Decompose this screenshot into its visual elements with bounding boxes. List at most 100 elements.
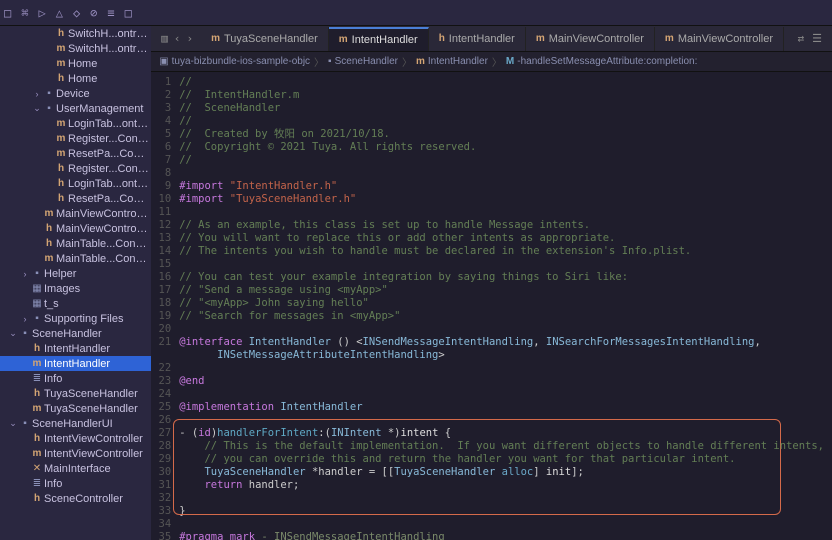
code-text[interactable] xyxy=(179,518,832,531)
code-text[interactable]: // "<myApp> John saying hello" xyxy=(179,297,832,310)
editor-tab[interactable]: mMainViewController xyxy=(655,27,784,51)
code-line[interactable]: 17// "Send a message using <myApp>" xyxy=(151,284,832,297)
project-navigator[interactable]: hSwitchH...ontrollermSwitchH...ontroller… xyxy=(0,26,151,540)
code-line[interactable]: 29 // you can override this and return t… xyxy=(151,453,832,466)
code-text[interactable]: #import "IntentHandler.h" xyxy=(179,180,832,193)
code-editor[interactable]: 1//2// IntentHandler.m3// SceneHandler4/… xyxy=(151,72,832,540)
nav-back-icon[interactable]: ‹ xyxy=(174,32,181,45)
code-line[interactable]: 16// You can test your example integrati… xyxy=(151,271,832,284)
code-text[interactable]: // As an example, this class is set up t… xyxy=(179,219,832,232)
code-line[interactable]: 35#pragma mark - INSendMessageIntentHand… xyxy=(151,531,832,540)
code-text[interactable]: @interface IntentHandler () <INSendMessa… xyxy=(179,336,832,349)
tree-item[interactable]: hSceneController xyxy=(0,491,151,506)
code-text[interactable] xyxy=(179,492,832,505)
code-line[interactable]: 15 xyxy=(151,258,832,271)
editor-tab[interactable]: mTuyaSceneHandler xyxy=(201,27,329,51)
code-text[interactable]: // SceneHandler xyxy=(179,102,832,115)
code-line[interactable]: 23@end xyxy=(151,375,832,388)
tree-item[interactable]: hSwitchH...ontroller xyxy=(0,26,151,41)
disclosure-arrow-icon[interactable]: › xyxy=(20,314,30,324)
code-text[interactable]: // The intents you wish to handle must b… xyxy=(179,245,832,258)
code-text[interactable] xyxy=(179,388,832,401)
tree-item[interactable]: mMainViewController xyxy=(0,206,151,221)
toolbar-icon[interactable]: □ xyxy=(125,6,132,20)
code-text[interactable]: // You will want to replace this or add … xyxy=(179,232,832,245)
breadcrumb-item[interactable]: mIntentHandler xyxy=(416,56,488,67)
code-line[interactable]: 31 return handler; xyxy=(151,479,832,492)
code-text[interactable]: TuyaSceneHandler *handler = [[TuyaSceneH… xyxy=(179,466,832,479)
code-line[interactable]: 1// xyxy=(151,76,832,89)
editor-tab[interactable]: hIntentHandler xyxy=(429,27,526,51)
disclosure-arrow-icon[interactable]: › xyxy=(20,269,30,279)
code-text[interactable]: // This is the default implementation. I… xyxy=(179,440,832,453)
code-line[interactable]: 30 TuyaSceneHandler *handler = [[TuyaSce… xyxy=(151,466,832,479)
tree-item[interactable]: mTuyaSceneHandler xyxy=(0,401,151,416)
code-line[interactable]: 27- (id)handlerForIntent:(INIntent *)int… xyxy=(151,427,832,440)
code-text[interactable] xyxy=(179,362,832,375)
tree-item[interactable]: ⌄▪SceneHandlerUI xyxy=(0,416,151,431)
disclosure-arrow-icon[interactable]: › xyxy=(32,89,42,99)
tree-item[interactable]: ›▪Supporting Files xyxy=(0,311,151,326)
code-text[interactable] xyxy=(179,167,832,180)
code-line[interactable]: 4// xyxy=(151,115,832,128)
code-text[interactable]: // "Search for messages in <myApp>" xyxy=(179,310,832,323)
code-line[interactable]: 24 xyxy=(151,388,832,401)
tree-item[interactable]: mMainTable...Controller xyxy=(0,251,151,266)
code-text[interactable]: INSetMessageAttributeIntentHandling> xyxy=(179,349,832,362)
code-line[interactable]: 25@implementation IntentHandler xyxy=(151,401,832,414)
tree-item[interactable]: ›▪Device xyxy=(0,86,151,101)
code-line[interactable]: 10#import "TuyaSceneHandler.h" xyxy=(151,193,832,206)
code-line[interactable]: 28 // This is the default implementation… xyxy=(151,440,832,453)
disclosure-arrow-icon[interactable]: ⌄ xyxy=(32,103,42,114)
nav-forward-icon[interactable]: › xyxy=(186,32,193,45)
breadcrumb-item[interactable]: ▪SceneHandler xyxy=(328,56,398,67)
tree-item[interactable]: hRegister...Controller xyxy=(0,161,151,176)
code-line[interactable]: 9#import "IntentHandler.h" xyxy=(151,180,832,193)
code-text[interactable] xyxy=(179,414,832,427)
tree-item[interactable]: ⌄▪SceneHandler xyxy=(0,326,151,341)
toolbar-icon[interactable]: ▷ xyxy=(38,6,45,20)
code-text[interactable]: // xyxy=(179,76,832,89)
toolbar-icon[interactable]: ≡ xyxy=(107,6,114,20)
code-line[interactable]: 14// The intents you wish to handle must… xyxy=(151,245,832,258)
tree-item[interactable]: hLoginTab...ontroller xyxy=(0,176,151,191)
code-text[interactable]: - (id)handlerForIntent:(INIntent *)inten… xyxy=(179,427,832,440)
tree-item[interactable]: ▦Images xyxy=(0,281,151,296)
code-text[interactable]: @end xyxy=(179,375,832,388)
tree-item[interactable]: mHome xyxy=(0,56,151,71)
toolbar-icon[interactable]: ⊘ xyxy=(90,6,97,20)
code-text[interactable]: // You can test your example integration… xyxy=(179,271,832,284)
tree-item[interactable]: mIntentHandler xyxy=(0,356,151,371)
code-text[interactable]: // Copyright © 2021 Tuya. All rights res… xyxy=(179,141,832,154)
tree-item[interactable]: hTuyaSceneHandler xyxy=(0,386,151,401)
code-line[interactable]: 3// SceneHandler xyxy=(151,102,832,115)
toolbar-icon[interactable]: □ xyxy=(4,6,11,20)
toolbar-icon[interactable]: ⌘ xyxy=(21,6,28,20)
code-text[interactable]: return handler; xyxy=(179,479,832,492)
toolbar-icon[interactable]: ◇ xyxy=(73,6,80,20)
tree-item[interactable]: mRegister...Controller xyxy=(0,131,151,146)
code-line[interactable]: 7// xyxy=(151,154,832,167)
code-line[interactable]: 34 xyxy=(151,518,832,531)
breadcrumb-item[interactable]: ▣tuya-bizbundle-ios-sample-objc xyxy=(159,56,310,67)
tree-item[interactable]: ✕MainInterface xyxy=(0,461,151,476)
disclosure-arrow-icon[interactable]: ⌄ xyxy=(8,328,18,339)
code-line[interactable]: 18// "<myApp> John saying hello" xyxy=(151,297,832,310)
tree-item[interactable]: ≣Info xyxy=(0,476,151,491)
code-text[interactable]: #import "TuyaSceneHandler.h" xyxy=(179,193,832,206)
tree-item[interactable]: hMainViewController xyxy=(0,221,151,236)
code-line[interactable]: INSetMessageAttributeIntentHandling> xyxy=(151,349,832,362)
tree-item[interactable]: hResetPa...Controller xyxy=(0,191,151,206)
tree-item[interactable]: mSwitchH...ontroller xyxy=(0,41,151,56)
adjust-editor-icon[interactable]: ☰ xyxy=(812,32,822,45)
recent-files-icon[interactable]: ⇄ xyxy=(798,32,805,45)
sidebar-toggle-icon[interactable]: ▥ xyxy=(161,32,168,45)
code-text[interactable]: } xyxy=(179,505,832,518)
code-line[interactable]: 32 xyxy=(151,492,832,505)
code-line[interactable]: 26 xyxy=(151,414,832,427)
breadcrumb-item[interactable]: M-handleSetMessageAttribute:completion: xyxy=(506,56,697,67)
toolbar-icon[interactable]: △ xyxy=(56,6,63,20)
code-line[interactable]: 12// As an example, this class is set up… xyxy=(151,219,832,232)
code-text[interactable] xyxy=(179,206,832,219)
tree-item[interactable]: ›▪Helper xyxy=(0,266,151,281)
